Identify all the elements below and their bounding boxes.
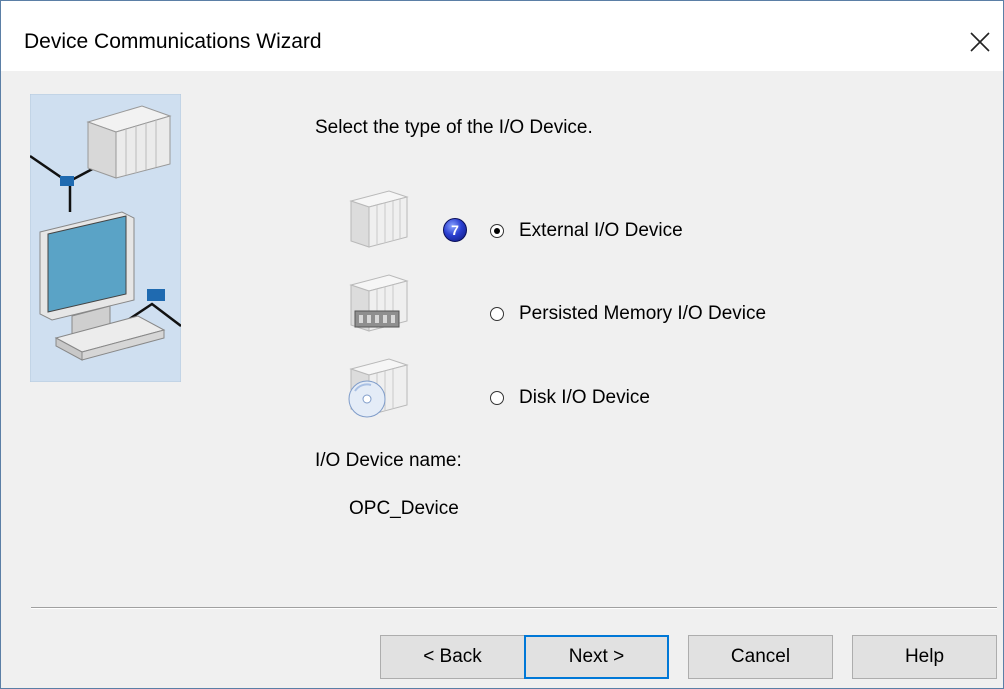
device-name-label: I/O Device name: (315, 450, 462, 471)
wizard-dialog: Device Communications Wizard Select the … (0, 0, 1004, 689)
option-persisted-memory-io-device[interactable]: Persisted Memory I/O Device (490, 303, 766, 325)
option-external-io-device[interactable]: External I/O Device (490, 220, 683, 242)
prompt-text: Select the type of the I/O Device. (315, 117, 593, 138)
radio-button-checked[interactable] (490, 224, 504, 238)
radio-button[interactable] (490, 307, 504, 321)
option-label: Disk I/O Device (519, 387, 650, 408)
option-disk-io-device[interactable]: Disk I/O Device (490, 387, 650, 409)
window-title: Device Communications Wizard (24, 30, 322, 53)
separator-line (31, 607, 997, 609)
close-icon (970, 32, 990, 52)
device-name-value: OPC_Device (349, 498, 459, 519)
cancel-button[interactable]: Cancel (688, 635, 833, 679)
back-button[interactable]: < Back (380, 635, 525, 679)
next-button[interactable]: Next > (524, 635, 669, 679)
help-button[interactable]: Help (852, 635, 997, 679)
radio-button[interactable] (490, 391, 504, 405)
close-button[interactable] (957, 15, 1003, 69)
io-rack-icon (349, 190, 409, 248)
step-help-badge[interactable]: 7 (443, 218, 467, 242)
memory-io-icon (349, 274, 409, 332)
title-bar: Device Communications Wizard (1, 1, 1003, 71)
option-label: External I/O Device (519, 220, 683, 241)
disk-io-icon (348, 358, 409, 418)
wizard-illustration (30, 94, 181, 382)
option-label: Persisted Memory I/O Device (519, 303, 767, 324)
